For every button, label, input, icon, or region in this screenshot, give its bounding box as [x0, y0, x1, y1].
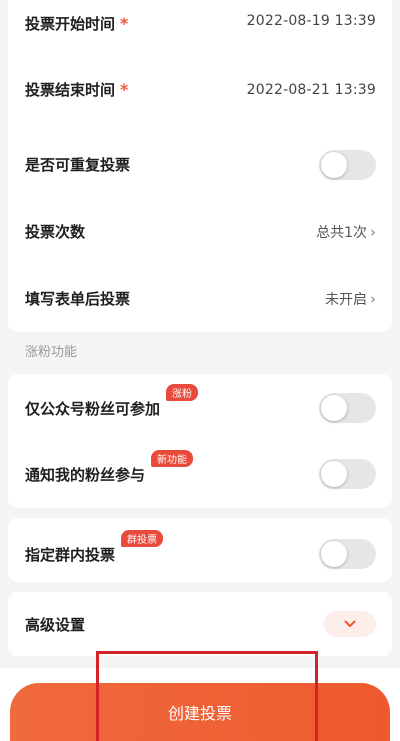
advanced-expand-button[interactable] [324, 611, 376, 637]
required-mark: * [120, 14, 129, 33]
fans-badge: 涨粉 [166, 383, 199, 401]
group-vote-label-wrap: 指定群内投票 群投票 [25, 529, 164, 565]
vote-count-value-wrap[interactable]: 总共1次 › [316, 222, 376, 242]
end-time-label: 投票结束时间 [25, 81, 116, 99]
group-vote-label-holder: 指定群内投票 群投票 [25, 529, 164, 565]
toggle-knob [321, 541, 347, 567]
group-vote-toggle[interactable] [319, 539, 376, 569]
form-vote-label: 填写表单后投票 [25, 290, 131, 308]
fans-card: 仅公众号粉丝可参加 涨粉 通知我的粉丝参与 新功能 [8, 374, 392, 508]
vote-settings-page: 投票开始时间 * 2022-08-19 13:39 投票结束时间 * 2022-… [0, 0, 400, 741]
new-feature-badge: 新功能 [151, 449, 194, 467]
chevron-right-icon: › [370, 289, 376, 308]
group-vote-row: 指定群内投票 群投票 [8, 518, 392, 582]
repeat-vote-row: 是否可重复投票 [8, 131, 392, 198]
required-mark: * [120, 80, 129, 99]
notify-fans-label: 通知我的粉丝参与 [25, 465, 146, 484]
fans-only-row: 仅公众号粉丝可参加 涨粉 [8, 374, 392, 434]
group-vote-card: 指定群内投票 群投票 [8, 518, 392, 582]
fans-only-toggle[interactable] [319, 393, 376, 423]
end-time-row[interactable]: 投票结束时间 * 2022-08-21 13:39 [8, 48, 392, 131]
notify-fans-row: 通知我的粉丝参与 新功能 [8, 434, 392, 508]
fans-only-label: 仅公众号粉丝可参加 [25, 399, 161, 418]
toggle-knob [321, 461, 347, 487]
fans-section-title: 涨粉功能 [25, 345, 78, 360]
start-time-label-wrap: 投票开始时间 * [25, 13, 128, 34]
start-time-value[interactable]: 2022-08-19 13:39 [247, 13, 376, 29]
advanced-card: 高级设置 [8, 592, 392, 656]
vote-count-value: 总共1次 [316, 224, 367, 241]
vote-count-row[interactable]: 投票次数 总共1次 › [8, 198, 392, 265]
start-time-row[interactable]: 投票开始时间 * 2022-08-19 13:39 [8, 0, 392, 48]
notify-fans-label-holder: 通知我的粉丝参与 新功能 [25, 449, 194, 485]
end-time-value[interactable]: 2022-08-21 13:39 [247, 82, 376, 98]
repeat-vote-label: 是否可重复投票 [25, 156, 131, 174]
vote-count-label: 投票次数 [25, 223, 86, 241]
chevron-right-icon: › [370, 222, 376, 241]
basic-settings-card: 投票开始时间 * 2022-08-19 13:39 投票结束时间 * 2022-… [8, 0, 392, 332]
advanced-settings-row[interactable]: 高级设置 [8, 592, 392, 656]
group-vote-label: 指定群内投票 [25, 545, 116, 564]
form-vote-value-wrap[interactable]: 未开启 › [325, 289, 376, 309]
chevron-down-icon [344, 620, 356, 627]
fans-only-label-wrap: 仅公众号粉丝可参加 涨粉 [25, 383, 199, 419]
toggle-knob [321, 395, 347, 421]
start-time-label: 投票开始时间 [25, 15, 116, 33]
group-vote-badge: 群投票 [121, 529, 164, 547]
repeat-vote-toggle[interactable] [319, 149, 376, 180]
form-vote-value: 未开启 [325, 291, 367, 308]
toggle-knob [321, 151, 347, 178]
highlight-annotation-box [96, 651, 318, 741]
end-time-label-wrap: 投票结束时间 * [25, 79, 128, 100]
advanced-settings-label: 高级设置 [25, 615, 86, 634]
fans-only-label-holder: 仅公众号粉丝可参加 涨粉 [25, 383, 199, 419]
form-vote-row[interactable]: 填写表单后投票 未开启 › [8, 265, 392, 332]
notify-fans-toggle[interactable] [319, 459, 376, 489]
notify-fans-label-wrap: 通知我的粉丝参与 新功能 [25, 449, 194, 485]
